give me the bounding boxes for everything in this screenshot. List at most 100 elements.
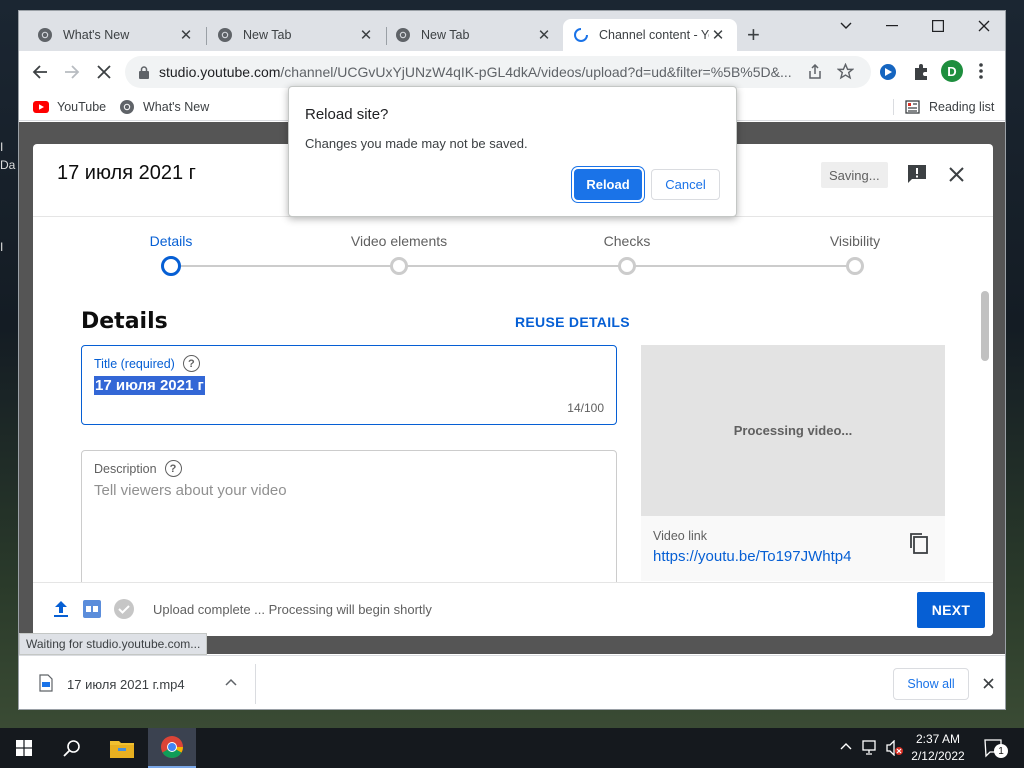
help-icon[interactable]: ? [182,355,200,372]
close-icon[interactable]: ✕ [535,26,553,44]
file-explorer-icon[interactable] [98,728,146,768]
upload-dialog: 17 июля 2021 г Saving... Details Video e… [33,144,993,636]
reading-list-icon [905,99,921,115]
copy-icon[interactable] [909,532,929,554]
reading-list-label: Reading list [929,100,995,114]
close-icon[interactable] [949,167,964,182]
notification-badge: 1 [994,744,1008,758]
section-title: Details [81,309,168,334]
share-icon[interactable] [807,64,823,80]
step-dot-details[interactable] [161,256,181,276]
reading-list-button[interactable]: Reading list [905,97,994,117]
forward-arrow-icon[interactable] [57,57,87,87]
url-path: /channel/UCGvUxYjUNzW4qIK-pGL4dkA/videos… [280,64,792,80]
file-icon [39,674,53,692]
upload-status-icon[interactable] [53,600,69,618]
next-button[interactable]: NEXT [917,592,985,628]
clock-time: 2:37 AM [915,732,961,746]
desktop-icon-label[interactable]: I [0,240,18,254]
windows-start-icon[interactable] [0,728,48,768]
search-icon[interactable] [48,728,96,768]
description-placeholder[interactable]: Tell viewers about your video [94,482,287,499]
menu-kebab-icon[interactable] [978,62,984,80]
desktop-icon-label[interactable]: Da [0,158,18,172]
volume-muted-icon[interactable] [886,740,904,756]
download-filename[interactable]: 17 июля 2021 г.mp4 [67,677,185,692]
video-preview-panel: Processing video... Video link https://y… [641,345,945,581]
processing-video-placeholder: Processing video... [641,345,945,516]
step-dot-video-elements[interactable] [390,257,408,275]
tab-strip: What's New ✕ New Tab ✕ New Tab ✕ Channel… [19,11,1005,51]
processing-status-icon[interactable] [83,600,101,618]
tab-channel-content[interactable]: Channel content - Yo ✕ [563,19,737,51]
tab-new-tab-2[interactable]: New Tab ✕ [385,19,563,51]
network-icon[interactable] [862,740,880,756]
video-link-label: Video link [653,529,707,543]
close-icon[interactable]: ✕ [177,26,195,44]
chrome-icon [37,27,53,43]
description-field[interactable]: Description? Tell viewers about your vid… [81,450,617,590]
stepper-track [171,265,855,267]
tab-title: New Tab [243,28,292,42]
video-link[interactable]: https://youtu.be/To197JWhtp4 [653,548,851,565]
dialog-scrollbar[interactable] [981,291,989,361]
bookmark-star-icon[interactable] [837,63,854,80]
bookmark-label: What's New [143,100,210,114]
loading-spinner-icon [573,27,589,43]
clock-date: 2/12/2022 [911,749,965,763]
close-icon[interactable] [983,678,994,689]
youtube-icon [33,101,49,113]
title-field-label: Title (required)? [94,355,200,372]
feedback-icon[interactable] [907,164,927,184]
bookmark-whats-new[interactable]: What's New [119,97,209,117]
description-field-label: Description? [94,460,182,477]
chrome-taskbar-icon[interactable] [148,728,196,768]
step-dot-visibility[interactable] [846,257,864,275]
popup-title: Reload site? [305,106,389,123]
profile-avatar[interactable]: D [941,60,963,82]
chevron-up-icon[interactable] [840,742,852,750]
saving-badge: Saving... [821,162,888,188]
chrome-icon [119,99,135,115]
step-visibility[interactable]: Visibility [795,233,915,249]
bookmark-youtube[interactable]: YouTube [33,97,106,117]
upload-status-text: Upload complete ... Processing will begi… [153,602,432,617]
download-shelf: 17 июля 2021 г.mp4 Show all [19,655,1005,709]
step-dot-checks[interactable] [618,257,636,275]
window-close-icon[interactable] [961,11,1005,41]
reload-button[interactable]: Reload [574,169,642,200]
chrome-icon [395,27,411,43]
reuse-details-button[interactable]: REUSE DETAILS [515,314,630,330]
title-label-text: Title (required) [94,356,175,371]
cancel-button[interactable]: Cancel [651,169,720,200]
dialog-title: 17 июля 2021 г [57,162,196,184]
step-video-elements[interactable]: Video elements [339,233,459,249]
desktop-icon-label[interactable]: I [0,140,18,154]
new-tab-button[interactable]: + [747,24,760,46]
reload-site-popup: Reload site? Changes you made may not be… [288,86,737,217]
step-checks[interactable]: Checks [567,233,687,249]
show-all-button[interactable]: Show all [893,668,969,700]
maximize-icon[interactable] [915,11,961,41]
system-clock[interactable]: 2:37 AM 2/12/2022 [903,731,973,765]
tab-search-chevron-icon[interactable] [823,11,869,41]
title-input-value[interactable]: 17 июля 2021 г [94,376,205,395]
extensions-puzzle-icon[interactable] [912,63,930,81]
close-icon[interactable]: ✕ [357,26,375,44]
tab-new-tab-1[interactable]: New Tab ✕ [207,19,385,51]
tab-title: What's New [63,28,130,42]
tab-whats-new[interactable]: What's New ✕ [27,19,205,51]
close-icon[interactable]: ✕ [709,26,727,44]
step-details[interactable]: Details [111,233,231,249]
stop-loading-icon[interactable] [89,57,119,87]
title-field[interactable]: Title (required)? 17 июля 2021 г 14/100 [81,345,617,425]
address-bar[interactable]: studio.youtube.com/channel/UCGvUxYjUNzW4… [125,56,871,88]
description-label-text: Description [94,461,157,476]
minimize-icon[interactable] [869,11,915,41]
back-arrow-icon[interactable] [25,57,55,87]
tab-title: Channel content - Yo [599,28,709,42]
chevron-up-icon[interactable] [225,678,237,686]
extension-icon[interactable] [879,63,897,81]
checks-status-icon[interactable] [114,599,134,619]
help-icon[interactable]: ? [164,460,182,477]
